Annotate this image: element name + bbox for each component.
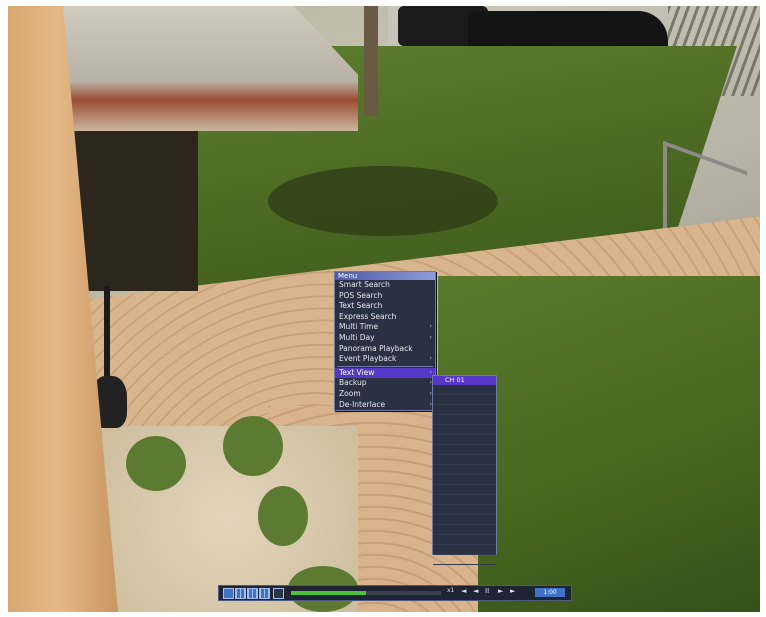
menu-item-label: Panorama Playback	[339, 343, 413, 353]
layout-1x1-icon[interactable]	[223, 588, 234, 599]
layout-3x3-icon[interactable]	[247, 588, 258, 599]
timestamp-strip	[318, 600, 468, 610]
progress-fill	[291, 591, 366, 595]
shrub	[223, 416, 283, 476]
menu-item-label: Multi Time	[339, 322, 379, 332]
menu-item-label: Event Playback	[339, 354, 397, 364]
menu-item-label: Express Search	[339, 311, 397, 321]
menu-item-label: Text Search	[339, 301, 383, 311]
pause-button[interactable]: II	[485, 587, 489, 595]
rewind-button[interactable]: ◄	[461, 587, 466, 595]
menu-item-pos-search[interactable]: POS Search	[335, 291, 435, 302]
shrub	[126, 436, 186, 491]
menu-separator	[337, 365, 433, 367]
step-back-button[interactable]: ◄	[473, 587, 478, 595]
menu-item-de-interlace[interactable]: De-Interlace ›	[335, 400, 435, 411]
context-menu: Menu Smart Search POS Search Text Search Ex…	[334, 271, 436, 412]
menu-item-label: Multi Day	[339, 332, 375, 342]
play-button[interactable]: ►	[498, 587, 503, 595]
menu-item-multi-time[interactable]: Multi Time ›	[335, 322, 435, 333]
submenu-item-ch01[interactable]: CH 01	[433, 376, 496, 385]
menu-item-text-search[interactable]: Text Search	[335, 301, 435, 312]
time-display: 1:00	[535, 588, 565, 597]
chevron-right-icon: ›	[429, 355, 432, 363]
menu-item-label: Text View	[339, 367, 375, 377]
playback-speed: x1	[447, 587, 455, 594]
menu-item-multi-day[interactable]: Multi Day ›	[335, 333, 435, 344]
awning-roof	[38, 6, 358, 131]
submenu-empty-rows	[433, 385, 496, 565]
sequence-icon[interactable]	[273, 588, 284, 599]
tree-shadow	[268, 166, 498, 236]
menu-item-text-view[interactable]: Text View ›	[335, 367, 435, 379]
fast-forward-button[interactable]: ►	[510, 587, 515, 595]
menu-item-event-playback[interactable]: Event Playback ›	[335, 354, 435, 365]
menu-title: Menu	[335, 272, 435, 280]
lamp-post	[104, 286, 110, 376]
playback-progress-bar[interactable]	[291, 591, 441, 595]
menu-item-label: POS Search	[339, 290, 383, 300]
shrub	[258, 486, 308, 546]
menu-item-panorama-playback[interactable]: Panorama Playback	[335, 344, 435, 355]
chevron-right-icon: ›	[429, 333, 432, 341]
menu-item-label: Smart Search	[339, 280, 390, 289]
layout-4x4-icon[interactable]	[259, 588, 270, 599]
menu-item-label: De-Interlace	[339, 399, 386, 409]
chevron-right-icon: ›	[429, 323, 432, 331]
layout-2x2-icon[interactable]	[235, 588, 246, 599]
menu-item-zoom[interactable]: Zoom ›	[335, 389, 435, 400]
playback-toolbar: x1 ◄ ◄ II ► ► 1:00	[218, 585, 572, 601]
menu-item-label: Zoom	[339, 388, 361, 398]
menu-item-smart-search[interactable]: Smart Search	[335, 280, 435, 291]
text-view-submenu: CH 01	[432, 375, 497, 565]
tree-trunk	[364, 6, 378, 116]
menu-item-backup[interactable]: Backup ›	[335, 378, 435, 389]
menu-item-express-search[interactable]: Express Search	[335, 312, 435, 323]
menu-item-label: Backup	[339, 378, 367, 388]
